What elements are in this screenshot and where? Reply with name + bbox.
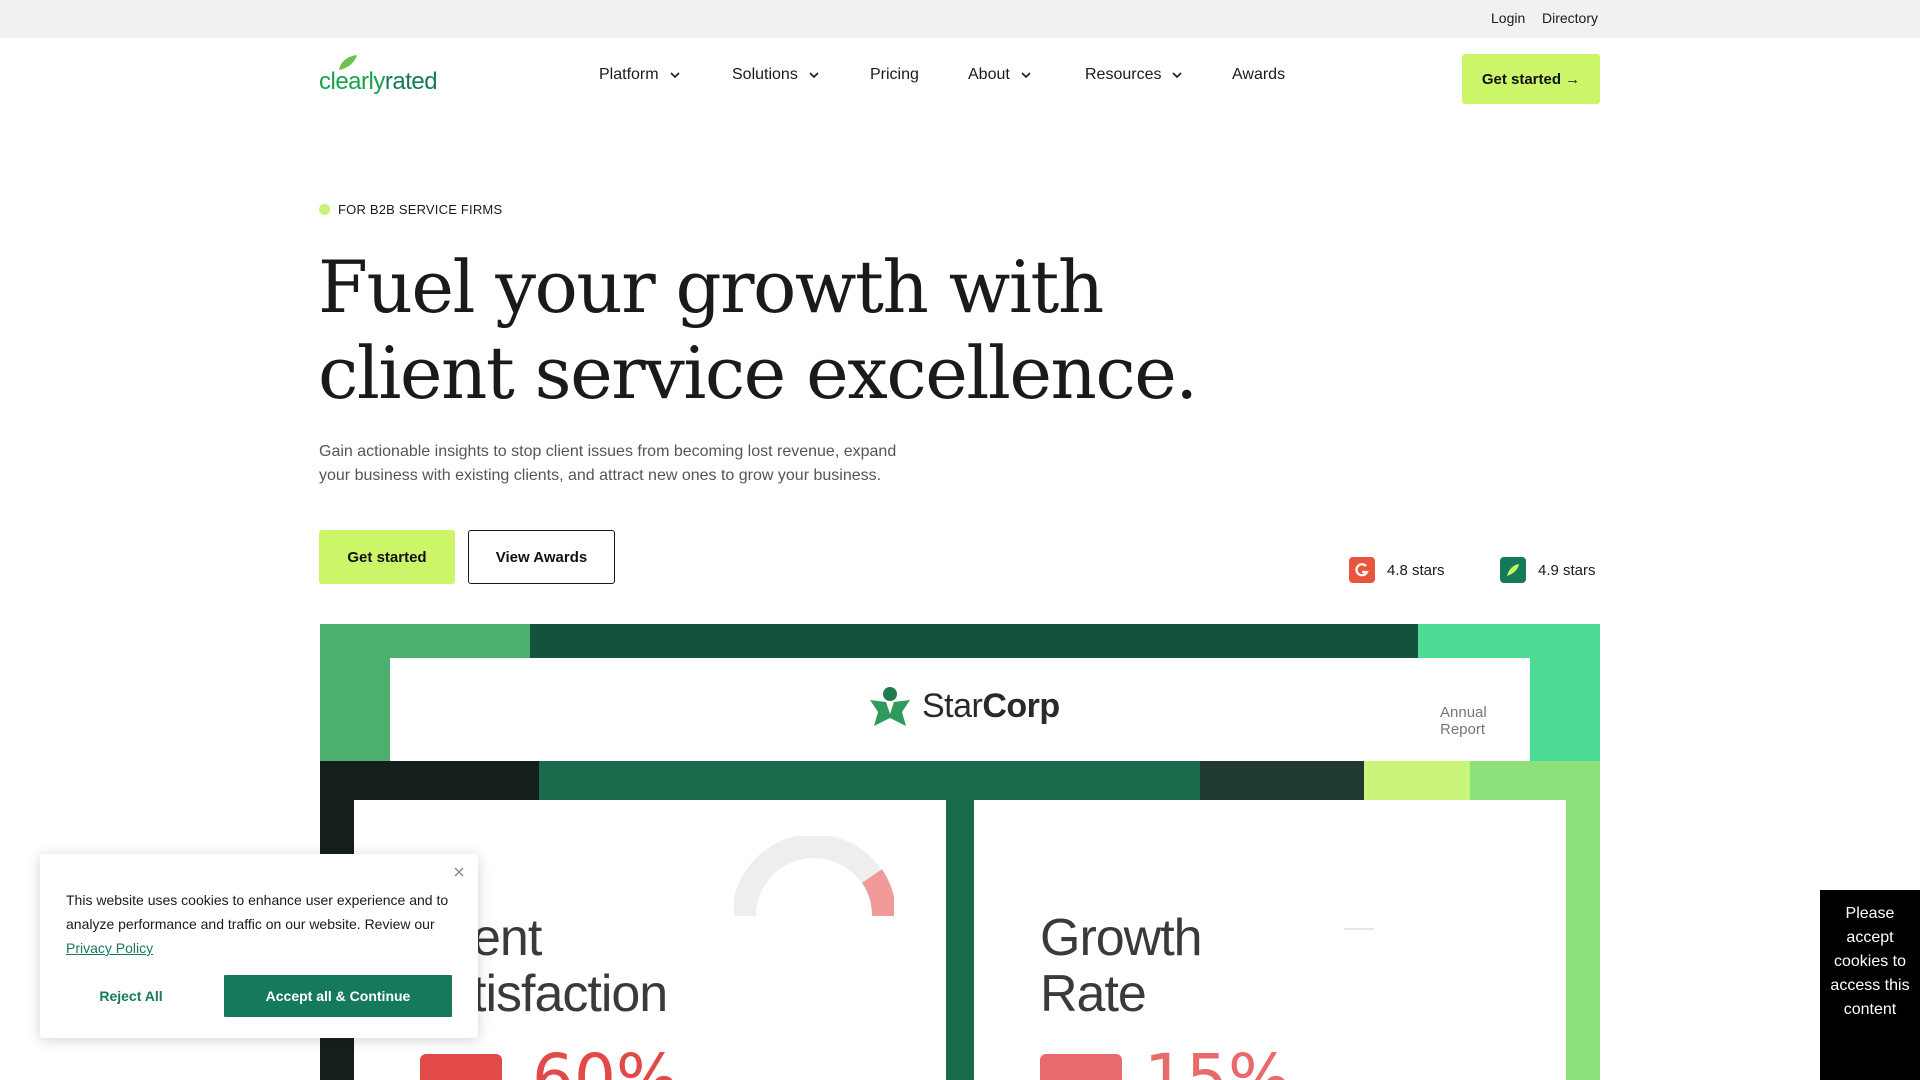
nav-label: Solutions [732,66,798,83]
starcorp-light: Star [922,686,983,725]
get-started-button[interactable]: Get started [319,530,455,584]
eyebrow-dot [319,204,330,215]
eyebrow-text: FOR B2B SERVICE FIRMS [338,202,503,217]
rating-clearlyrated-text: 4.9 stars [1538,561,1596,579]
divider [1344,928,1374,930]
rating-clearlyrated: 4.9 stars [1500,557,1596,583]
satisfaction-line2: tisfaction [472,965,668,1023]
cookie-banner: This website uses cookies to enhance use… [40,854,478,1038]
nav-about[interactable]: About [968,66,1032,84]
hero-title-line1: Fuel your growth with [318,245,1104,329]
starcorp-bold: Corp [982,686,1060,725]
growth-panel: Growth Rate 15% [974,800,1566,1080]
growth-stat-box [1040,1054,1122,1080]
rating-g2-text: 4.8 stars [1387,561,1445,579]
hero-title-line2: client service excellence. [318,331,1198,415]
nav-platform[interactable]: Platform [599,66,681,84]
nav-label: Resources [1085,66,1162,83]
hero-title: Fuel your growth with client service exc… [318,244,1218,416]
rating-g2: 4.8 stars [1349,557,1445,583]
cookie-message: This website uses cookies to enhance use… [66,892,449,932]
reject-all-button[interactable]: Reject All [66,975,196,1017]
eyebrow: FOR B2B SERVICE FIRMS [319,202,502,217]
chevron-down-icon [1172,72,1183,79]
starcorp-logo: StarCorp [868,686,1060,726]
nav-pricing[interactable]: Pricing [870,66,919,84]
gauge-icon [734,836,894,917]
satisfaction-line1: ent [472,909,542,967]
annual-report-label: Annual Report [1440,704,1487,738]
nav-label: About [968,66,1010,83]
nav-resources[interactable]: Resources [1085,66,1183,84]
nav-solutions[interactable]: Solutions [732,66,820,84]
starcorp-icon [870,687,910,726]
nav-label: Platform [599,66,659,83]
nav-label: Awards [1232,66,1286,83]
chevron-down-icon [809,72,819,79]
accept-all-button[interactable]: Accept all & Continue [224,975,452,1017]
satisfaction-title: ent tisfaction [472,909,668,1023]
logo[interactable]: clearlyrated [319,54,449,98]
growth-line2: Rate [1040,965,1147,1023]
nav-awards[interactable]: Awards [1232,66,1285,84]
chevron-down-icon [670,72,680,79]
logo-text: clearlyrated [319,68,438,95]
nav-label: Pricing [870,66,919,83]
growth-line1: Growth [1040,909,1203,967]
g2-icon [1349,557,1375,583]
leaf-icon [1500,557,1526,583]
report-header-card: StarCorp Annual Report [390,658,1530,761]
privacy-policy-link[interactable]: Privacy Policy [66,940,153,956]
satisfaction-stat-box [420,1054,502,1080]
satisfaction-stat: 60% [532,1040,679,1080]
view-awards-button[interactable]: View Awards [468,530,615,584]
directory-link[interactable]: Directory [1542,10,1598,26]
growth-stat: 15% [1144,1040,1291,1080]
report-showcase: StarCorp Annual Report ent tisfaction 60… [320,624,1600,1080]
utility-bar: Login Directory [0,0,1920,38]
login-link[interactable]: Login [1491,10,1525,26]
growth-title: Growth Rate [1040,909,1203,1023]
chevron-down-icon [1021,72,1031,79]
hero-subtitle: Gain actionable insights to stop client … [319,443,897,484]
close-icon[interactable] [451,864,467,880]
cookie-required-notice: Please accept cookies to access this con… [1820,890,1920,1080]
cookie-text: This website uses cookies to enhance use… [66,888,456,960]
header-get-started-button[interactable]: Get started → [1462,54,1600,104]
